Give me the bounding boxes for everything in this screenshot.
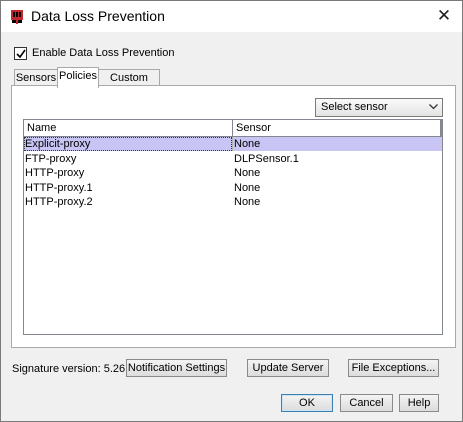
notification-settings-button[interactable]: Notification Settings <box>126 359 227 377</box>
policies-panel: Select sensor Name Sensor Explicit-proxy… <box>11 85 456 348</box>
cancel-button[interactable]: Cancel <box>340 394 393 412</box>
column-header-name[interactable]: Name <box>27 122 56 134</box>
checkmark-icon <box>16 49 26 58</box>
help-button[interactable]: Help <box>399 394 439 412</box>
enable-dlp-row[interactable]: Enable Data Loss Prevention <box>14 46 174 60</box>
dlp-dialog: Data Loss Prevention ✕ Enable Data Loss … <box>0 0 463 422</box>
chevron-down-icon <box>429 104 438 110</box>
policy-name: HTTP-proxy.1 <box>25 182 93 194</box>
close-icon[interactable]: ✕ <box>431 4 457 28</box>
sensor-select[interactable]: Select sensor <box>315 98 443 117</box>
table-header: Name Sensor <box>24 120 442 137</box>
table-row[interactable]: Explicit-proxy None <box>24 137 442 151</box>
policy-name: HTTP-proxy <box>25 167 85 179</box>
table-row[interactable]: HTTP-proxy.1 None <box>24 181 442 195</box>
policy-sensor: DLPSensor.1 <box>234 153 299 165</box>
update-server-button[interactable]: Update Server <box>247 359 329 377</box>
tab-policies[interactable]: Policies <box>57 67 99 88</box>
table-row[interactable]: HTTP-proxy.2 None <box>24 195 442 209</box>
policy-sensor: None <box>234 167 261 179</box>
column-divider[interactable] <box>232 120 233 136</box>
column-divider-end <box>440 120 442 136</box>
policy-name: FTP-proxy <box>25 153 77 165</box>
title-bar: Data Loss Prevention ✕ <box>1 1 462 32</box>
policy-sensor: None <box>234 196 261 208</box>
table-row[interactable]: HTTP-proxy None <box>24 166 442 180</box>
window-title: Data Loss Prevention <box>31 8 165 24</box>
watchguard-logo-icon <box>10 9 24 24</box>
sensor-select-value: Select sensor <box>321 101 388 113</box>
file-exceptions-button[interactable]: File Exceptions... <box>348 359 439 377</box>
ok-button[interactable]: OK <box>281 394 333 412</box>
policies-table: Name Sensor Explicit-proxy None FTP-prox… <box>23 119 443 335</box>
enable-dlp-checkbox[interactable] <box>14 46 27 60</box>
table-row[interactable]: FTP-proxy DLPSensor.1 <box>24 152 442 166</box>
policy-name: HTTP-proxy.2 <box>25 196 93 208</box>
policy-sensor: None <box>234 182 261 194</box>
signature-version: Signature version: 5.26 <box>12 363 126 375</box>
policy-sensor: None <box>234 138 261 150</box>
policy-name: Explicit-proxy <box>24 137 232 151</box>
enable-dlp-label: Enable Data Loss Prevention <box>32 47 175 59</box>
column-header-sensor[interactable]: Sensor <box>236 122 271 134</box>
